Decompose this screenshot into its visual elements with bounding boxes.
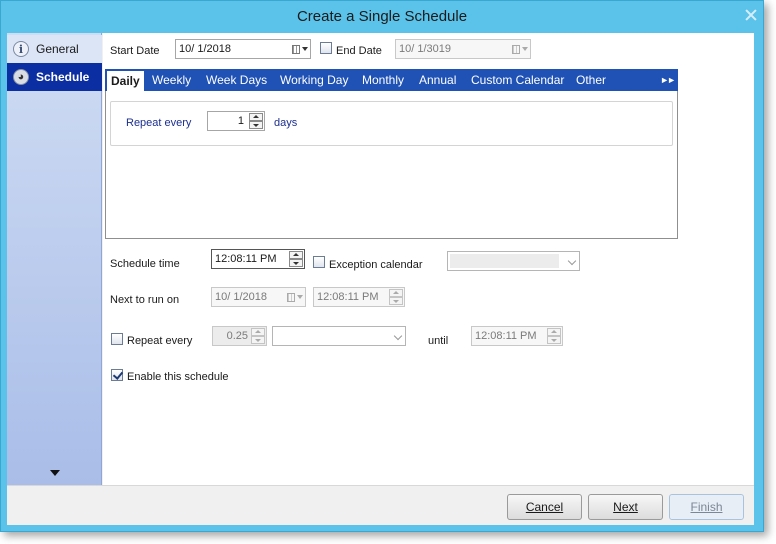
schedule-time-input[interactable]: 12:08:11 PM: [211, 249, 305, 269]
daily-repeat-group: Repeat every 1 days: [110, 101, 673, 146]
next-run-label: Next to run on: [110, 294, 180, 306]
finish-button[interactable]: Finish: [669, 494, 744, 520]
tab-scroll-right-icon[interactable]: ►►: [660, 75, 676, 85]
tab-other[interactable]: Other: [576, 69, 606, 91]
info-icon: i: [13, 41, 29, 57]
stepper-arrows-icon[interactable]: [289, 251, 303, 267]
main-panel: Start Date 10/ 1/2018 End Date 10/ 1/301…: [103, 33, 754, 485]
end-date-checkbox[interactable]: [320, 42, 332, 54]
start-date-picker[interactable]: 10/ 1/2018: [175, 39, 311, 59]
enable-schedule-checkbox[interactable]: [111, 369, 123, 381]
tab-custom-calendar[interactable]: Custom Calendar: [471, 69, 564, 91]
tab-panel-daily: Repeat every 1 days: [105, 91, 678, 239]
repeat-every-label: Repeat every: [127, 335, 193, 347]
repeat-interval-stepper[interactable]: 0.25: [212, 326, 267, 346]
enable-schedule-label: Enable this schedule: [127, 371, 229, 383]
calendar-dropdown-icon[interactable]: [287, 290, 303, 304]
dialog-client: i General ◕ Schedule Start Date 10/ 1/20…: [7, 33, 754, 525]
sidebar-item-label: General: [36, 42, 79, 56]
clock-icon: ◕: [13, 69, 29, 85]
schedule-time-value: 12:08:11 PM: [215, 253, 277, 265]
end-date-value: 10/ 1/3019: [399, 43, 451, 55]
next-run-date-value: 10/ 1/2018: [215, 291, 267, 303]
calendar-dropdown-icon[interactable]: [512, 42, 528, 56]
next-run-date-picker[interactable]: 10/ 1/2018: [211, 287, 306, 307]
end-date-picker[interactable]: 10/ 1/3019: [395, 39, 531, 59]
schedule-time-label: Schedule time: [110, 258, 180, 270]
until-time-input[interactable]: 12:08:11 PM: [471, 326, 563, 346]
cancel-button-label: Cancel: [525, 500, 564, 514]
sidebar: i General ◕ Schedule: [7, 33, 102, 485]
repeat-unit-select[interactable]: [272, 326, 406, 346]
tab-weekly[interactable]: Weekly: [152, 69, 191, 91]
tab-monthly[interactable]: Monthly: [362, 69, 404, 91]
exception-calendar-value: [450, 254, 559, 268]
dialog-window: Create a Single Schedule i General ◕ Sch…: [0, 0, 764, 532]
daily-unit-label: days: [274, 117, 298, 129]
tab-working-day[interactable]: Working Day: [280, 69, 348, 91]
repeat-interval-value: 0.25: [226, 330, 248, 342]
next-run-time-input[interactable]: 12:08:11 PM: [313, 287, 405, 307]
calendar-dropdown-icon[interactable]: [292, 42, 308, 56]
end-date-label: End Date: [336, 45, 382, 57]
until-time-value: 12:08:11 PM: [475, 330, 537, 342]
exception-calendar-select[interactable]: [447, 251, 580, 271]
next-run-time-value: 12:08:11 PM: [317, 291, 379, 303]
next-button[interactable]: Next: [588, 494, 663, 520]
sidebar-expand-icon[interactable]: [50, 470, 60, 476]
start-date-value: 10/ 1/2018: [179, 43, 231, 55]
daily-repeat-value: 1: [237, 115, 244, 127]
tab-annual[interactable]: Annual: [419, 69, 456, 91]
daily-repeat-stepper[interactable]: 1: [207, 111, 265, 131]
repeat-every-checkbox[interactable]: [111, 333, 123, 345]
chevron-down-icon: [567, 256, 577, 266]
daily-repeat-label: Repeat every: [126, 117, 192, 129]
next-button-label: Next: [613, 500, 638, 514]
cancel-button[interactable]: Cancel: [507, 494, 582, 520]
tab-daily[interactable]: Daily: [107, 71, 144, 91]
sidebar-item-general[interactable]: i General: [7, 35, 102, 63]
sidebar-item-label: Schedule: [36, 70, 90, 84]
finish-button-label: Finish: [690, 500, 723, 514]
stepper-arrows-icon[interactable]: [251, 328, 265, 344]
sidebar-item-schedule[interactable]: ◕ Schedule: [7, 63, 102, 91]
dialog-footer: Cancel Next Finish: [7, 485, 754, 525]
schedule-tabs: Daily Weekly Week Days Working Day Month…: [105, 69, 678, 91]
exception-calendar-label: Exception calendar: [329, 259, 423, 271]
start-date-label: Start Date: [110, 45, 160, 57]
tab-week-days[interactable]: Week Days: [206, 69, 267, 91]
window-title: Create a Single Schedule: [296, 8, 468, 25]
until-label: until: [428, 335, 449, 347]
stepper-arrows-icon[interactable]: [547, 328, 561, 344]
exception-calendar-checkbox[interactable]: [313, 256, 325, 268]
close-icon[interactable]: [745, 9, 757, 21]
stepper-arrows-icon[interactable]: [389, 289, 403, 305]
chevron-down-icon: [393, 331, 403, 341]
stepper-arrows-icon[interactable]: [249, 113, 263, 129]
